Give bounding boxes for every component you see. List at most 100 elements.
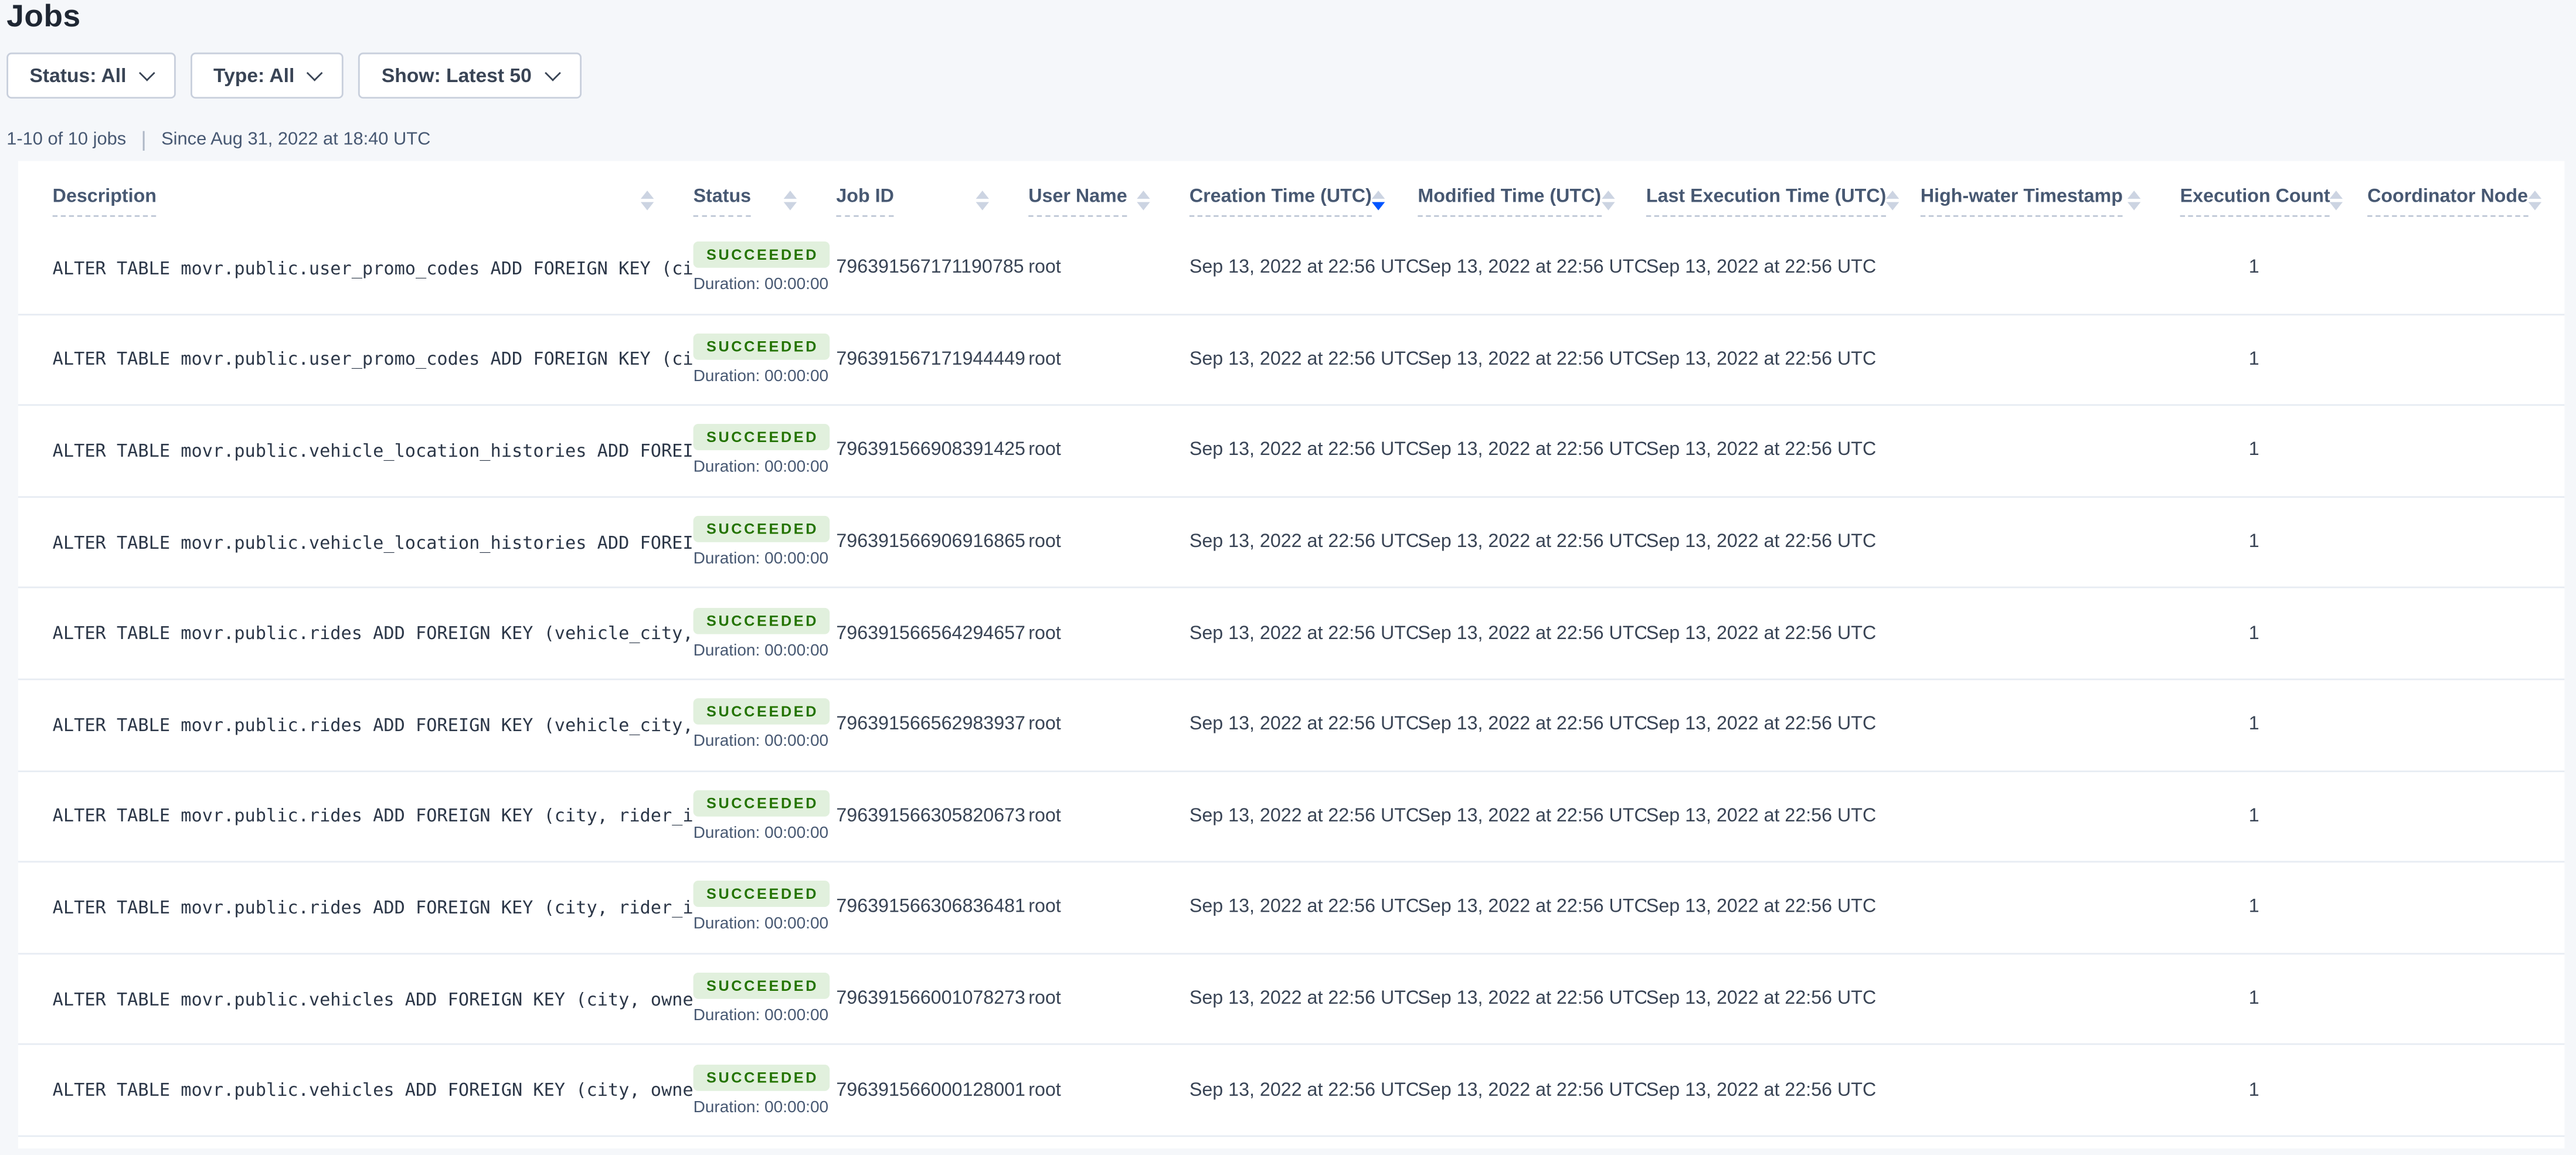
column-header-high-water-timestamp[interactable]: High-water Timestamp <box>1921 181 2180 223</box>
chevron-down-icon <box>139 64 155 80</box>
job-id-cell: 796391567171944449 <box>836 350 1028 370</box>
sort-up-icon <box>1601 190 1614 198</box>
user-name-cell: root <box>1028 1081 1190 1100</box>
column-header-execution-count[interactable]: Execution Count <box>2180 181 2367 223</box>
user-name-cell: root <box>1028 715 1190 735</box>
job-status-cell: SUCCEEDED Duration: 00:00:00 <box>694 424 837 477</box>
modified-time-cell: Sep 13, 2022 at 22:56 UTC <box>1418 898 1646 918</box>
sort-up-icon <box>976 190 989 198</box>
table-row[interactable]: ALTER TABLE movr.public.vehicles ADD FOR… <box>18 1045 2565 1137</box>
sort-up-icon <box>641 190 654 198</box>
table-row[interactable]: ALTER TABLE movr.public.user_promo_codes… <box>18 223 2565 315</box>
last-execution-time-cell: Sep 13, 2022 at 22:56 UTC <box>1646 532 1921 552</box>
user-name-cell: root <box>1028 898 1190 918</box>
job-id-cell: 796391567171190785 <box>836 259 1028 278</box>
table-row[interactable]: ALTER TABLE movr.public.rides ADD FOREIG… <box>18 680 2565 772</box>
column-header-label: High-water Timestamp <box>1921 186 2123 218</box>
column-header-coordinator-node[interactable]: Coordinator Node <box>2367 181 2564 223</box>
sort-down-icon <box>1137 201 1150 209</box>
sort-arrows-icon[interactable] <box>976 190 989 210</box>
column-header-status[interactable]: Status <box>694 181 837 223</box>
sort-arrows-icon[interactable] <box>2529 190 2541 210</box>
column-header-label: Execution Count <box>2180 186 2330 218</box>
last-execution-time-cell: Sep 13, 2022 at 22:56 UTC <box>1646 624 1921 644</box>
sort-down-icon <box>2128 201 2140 209</box>
execution-count-cell: 1 <box>2180 989 2367 1009</box>
sort-arrows-icon[interactable] <box>2330 190 2343 210</box>
user-name-cell: root <box>1028 624 1190 644</box>
job-id-cell: 796391566906916865 <box>836 532 1028 552</box>
status-filter-label: Status: All <box>29 64 126 87</box>
modified-time-cell: Sep 13, 2022 at 22:56 UTC <box>1418 1081 1646 1100</box>
column-header-job-id[interactable]: Job ID <box>836 181 1028 223</box>
type-filter-label: Type: All <box>213 64 294 87</box>
job-duration: Duration: 00:00:00 <box>694 642 837 660</box>
column-header-last-execution-time[interactable]: Last Execution Time (UTC) <box>1646 181 1921 223</box>
last-execution-time-cell: Sep 13, 2022 at 22:56 UTC <box>1646 898 1921 918</box>
status-badge: SUCCEEDED <box>694 1064 830 1091</box>
execution-count-cell: 1 <box>2180 532 2367 552</box>
last-execution-time-cell: Sep 13, 2022 at 22:56 UTC <box>1646 350 1921 370</box>
job-description-cell: ALTER TABLE movr.public.rides ADD FOREIG… <box>53 623 694 644</box>
jobs-since-text: Since Aug 31, 2022 at 18:40 UTC <box>161 129 430 149</box>
user-name-cell: root <box>1028 532 1190 552</box>
sort-arrows-icon[interactable] <box>1372 190 1385 210</box>
column-header-label: Coordinator Node <box>2367 186 2528 218</box>
creation-time-cell: Sep 13, 2022 at 22:56 UTC <box>1190 1081 1418 1100</box>
last-execution-time-cell: Sep 13, 2022 at 22:56 UTC <box>1646 259 1921 278</box>
job-description-cell: ALTER TABLE movr.public.vehicle_location… <box>53 532 694 553</box>
sort-arrows-icon[interactable] <box>641 190 654 210</box>
status-badge: SUCCEEDED <box>694 699 830 725</box>
job-duration: Duration: 00:00:00 <box>694 277 837 295</box>
status-badge: SUCCEEDED <box>694 424 830 451</box>
column-header-label: Last Execution Time (UTC) <box>1646 186 1886 218</box>
sort-arrows-icon[interactable] <box>2128 190 2140 210</box>
summary-separator: | <box>141 127 147 151</box>
status-filter-dropdown[interactable]: Status: All <box>6 53 175 98</box>
job-description-cell: ALTER TABLE movr.public.vehicle_location… <box>53 440 694 461</box>
job-id-cell: 796391566306836481 <box>836 898 1028 918</box>
creation-time-cell: Sep 13, 2022 at 22:56 UTC <box>1190 350 1418 370</box>
job-status-cell: SUCCEEDED Duration: 00:00:00 <box>694 242 837 295</box>
show-filter-dropdown[interactable]: Show: Latest 50 <box>359 53 581 98</box>
column-header-user-name[interactable]: User Name <box>1028 181 1190 223</box>
status-badge: SUCCEEDED <box>694 242 830 269</box>
jobs-table-panel: DescriptionStatus Job ID User Name Creation… <box>18 161 2565 1149</box>
modified-time-cell: Sep 13, 2022 at 22:56 UTC <box>1418 989 1646 1009</box>
type-filter-dropdown[interactable]: Type: All <box>191 53 344 98</box>
column-header-label: Modified Time (UTC) <box>1418 186 1601 218</box>
table-row[interactable]: ALTER TABLE movr.public.vehicle_location… <box>18 497 2565 589</box>
column-header-label: Status <box>694 186 752 218</box>
sort-arrows-icon[interactable] <box>1886 190 1899 210</box>
creation-time-cell: Sep 13, 2022 at 22:56 UTC <box>1190 441 1418 461</box>
table-header-row: DescriptionStatus Job ID User Name Creation… <box>18 181 2565 223</box>
user-name-cell: root <box>1028 259 1190 278</box>
table-row[interactable]: ALTER TABLE movr.public.rides ADD FOREIG… <box>18 589 2565 680</box>
chevron-down-icon <box>307 64 323 80</box>
job-duration: Duration: 00:00:00 <box>694 1007 837 1025</box>
column-header-label: User Name <box>1028 186 1127 218</box>
execution-count-cell: 1 <box>2180 1081 2367 1100</box>
modified-time-cell: Sep 13, 2022 at 22:56 UTC <box>1418 624 1646 644</box>
table-row[interactable]: ALTER TABLE movr.public.user_promo_codes… <box>18 315 2565 406</box>
column-header-description[interactable]: Description <box>53 181 694 223</box>
creation-time-cell: Sep 13, 2022 at 22:56 UTC <box>1190 532 1418 552</box>
table-row[interactable]: ALTER TABLE movr.public.vehicles ADD FOR… <box>18 954 2565 1045</box>
table-row[interactable]: ALTER TABLE movr.public.rides ADD FOREIG… <box>18 863 2565 954</box>
column-header-creation-time[interactable]: Creation Time (UTC) <box>1190 181 1418 223</box>
table-row[interactable]: ALTER TABLE movr.public.vehicle_location… <box>18 406 2565 498</box>
sort-down-icon <box>1601 201 1614 209</box>
sort-arrows-icon[interactable] <box>1601 190 1614 210</box>
job-status-cell: SUCCEEDED Duration: 00:00:00 <box>694 1064 837 1117</box>
column-header-modified-time[interactable]: Modified Time (UTC) <box>1418 181 1646 223</box>
sort-down-icon <box>1372 201 1385 209</box>
sort-arrows-icon[interactable] <box>1137 190 1150 210</box>
job-description-cell: ALTER TABLE movr.public.rides ADD FOREIG… <box>53 897 694 918</box>
table-row[interactable]: ALTER TABLE movr.public.rides ADD FOREIG… <box>18 772 2565 863</box>
column-header-label: Job ID <box>836 186 893 218</box>
execution-count-cell: 1 <box>2180 898 2367 918</box>
status-badge: SUCCEEDED <box>694 973 830 999</box>
sort-arrows-icon[interactable] <box>784 190 797 210</box>
job-description-cell: ALTER TABLE movr.public.user_promo_codes… <box>53 257 694 278</box>
job-description-cell: ALTER TABLE movr.public.rides ADD FOREIG… <box>53 714 694 735</box>
